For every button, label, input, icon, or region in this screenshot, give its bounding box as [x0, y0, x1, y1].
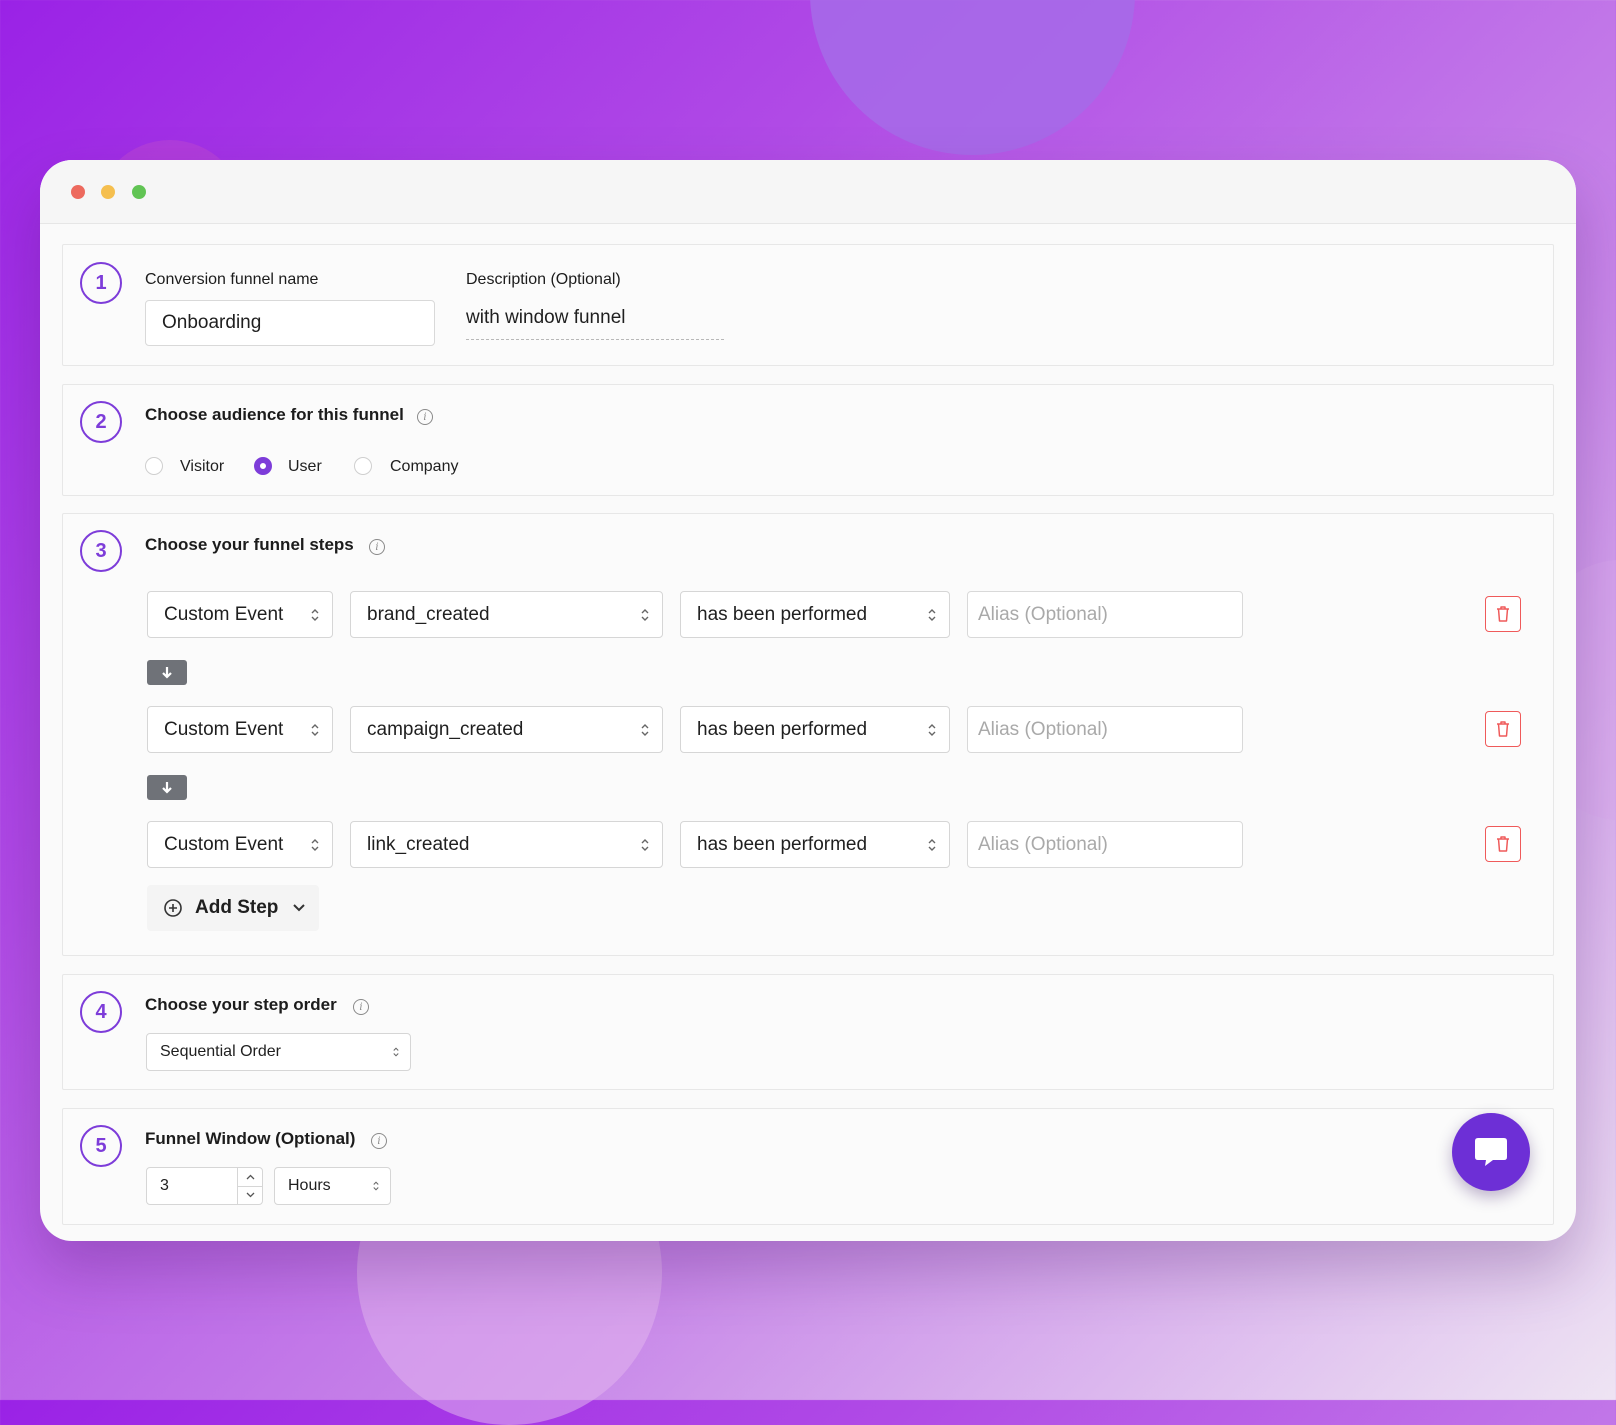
chat-launcher-button[interactable]: [1452, 1113, 1530, 1191]
description-input[interactable]: with window funnel: [466, 307, 724, 340]
background-blob: [810, 0, 1135, 155]
funnel-window-unit-select[interactable]: Hours: [274, 1167, 391, 1205]
funnel-window-unit-value: Hours: [288, 1177, 331, 1194]
step-1-event-value: brand_created: [367, 603, 490, 625]
window-titlebar: [40, 160, 1576, 224]
chevron-updown-icon: [928, 838, 936, 851]
step-order-title: Choose your step order: [145, 995, 337, 1014]
number-spinner: [237, 1168, 262, 1204]
funnel-window-value: 3: [160, 1177, 169, 1194]
audience-section: 2 Choose audience for this funnel i Visi…: [62, 384, 1554, 496]
chevron-updown-icon: [641, 608, 649, 621]
add-step-button[interactable]: Add Step: [147, 885, 319, 931]
step-2-condition-value: has been performed: [697, 718, 868, 740]
info-icon[interactable]: i: [353, 999, 369, 1015]
info-icon[interactable]: i: [369, 539, 385, 555]
funnel-steps-title: Choose your funnel steps: [145, 535, 354, 554]
chevron-updown-icon: [311, 838, 319, 851]
chevron-updown-icon: [641, 723, 649, 736]
info-icon[interactable]: i: [371, 1133, 387, 1149]
step-2-event-value: campaign_created: [367, 718, 524, 740]
info-icon[interactable]: i: [417, 409, 433, 425]
maximize-window-button[interactable]: [132, 185, 146, 199]
trash-icon: [1497, 721, 1509, 737]
step-3-type-select[interactable]: Custom Event: [147, 821, 333, 868]
step-1-alias-placeholder: Alias (Optional): [978, 603, 1108, 625]
step-1-condition-select[interactable]: has been performed: [680, 591, 950, 638]
step-number-5: 5: [80, 1125, 122, 1167]
step-number-3: 3: [80, 530, 122, 572]
increment-button[interactable]: [238, 1168, 262, 1186]
step-2-delete-button[interactable]: [1485, 711, 1521, 747]
step-3-alias-input[interactable]: Alias (Optional): [967, 821, 1243, 868]
arrow-down-icon: [162, 782, 172, 794]
chevron-updown-icon: [928, 723, 936, 736]
funnel-name-value: Onboarding: [162, 312, 262, 333]
app-window: 1 Conversion funnel name Onboarding Desc…: [40, 160, 1576, 1241]
plus-circle-icon: [164, 899, 182, 917]
funnel-steps-section: 3 Choose your funnel steps i Custom Even…: [62, 513, 1554, 956]
radio-user-label[interactable]: User: [288, 458, 322, 476]
step-2-condition-select[interactable]: has been performed: [680, 706, 950, 753]
chevron-updown-icon: [393, 1047, 399, 1057]
step-2-alias-placeholder: Alias (Optional): [978, 718, 1108, 740]
arrow-down-icon: [162, 667, 172, 679]
chevron-updown-icon: [311, 608, 319, 621]
step-3-condition-value: has been performed: [697, 833, 868, 855]
add-step-label: Add Step: [195, 897, 279, 918]
step-1-alias-input[interactable]: Alias (Optional): [967, 591, 1243, 638]
step-2-event-select[interactable]: campaign_created: [350, 706, 663, 753]
trash-icon: [1497, 606, 1509, 622]
close-window-button[interactable]: [71, 185, 85, 199]
step-1-event-select[interactable]: brand_created: [350, 591, 663, 638]
funnel-name-label: Conversion funnel name: [145, 271, 319, 288]
chevron-down-icon: [246, 1192, 254, 1198]
step-1-type-value: Custom Event: [164, 603, 284, 625]
funnel-window-title: Funnel Window (Optional): [145, 1129, 356, 1148]
step-number-1: 1: [80, 262, 122, 304]
funnel-name-input[interactable]: Onboarding: [145, 300, 435, 346]
trash-icon: [1497, 836, 1509, 852]
funnel-window-number-input[interactable]: 3: [146, 1167, 263, 1205]
step-1-type-select[interactable]: Custom Event: [147, 591, 333, 638]
radio-company[interactable]: [354, 457, 372, 475]
audience-title: Choose audience for this funnel: [145, 405, 404, 424]
funnel-window-section: 5 Funnel Window (Optional) i 3 Hours: [62, 1108, 1554, 1225]
step-1-delete-button[interactable]: [1485, 596, 1521, 632]
chat-icon: [1475, 1138, 1507, 1166]
chevron-updown-icon: [928, 608, 936, 621]
description-label: Description (Optional): [466, 271, 621, 288]
step-order-value: Sequential Order: [160, 1043, 281, 1060]
step-2-type-value: Custom Event: [164, 718, 284, 740]
step-3-alias-placeholder: Alias (Optional): [978, 833, 1108, 855]
chevron-up-icon: [246, 1174, 254, 1180]
step-1-condition-value: has been performed: [697, 603, 868, 625]
chevron-updown-icon: [311, 723, 319, 736]
step-connector-arrow: [147, 660, 187, 685]
step-connector-arrow: [147, 775, 187, 800]
step-order-select[interactable]: Sequential Order: [146, 1033, 411, 1071]
step-3-event-value: link_created: [367, 833, 470, 855]
step-3-delete-button[interactable]: [1485, 826, 1521, 862]
chevron-updown-icon: [641, 838, 649, 851]
description-value: with window funnel: [466, 307, 626, 328]
radio-user[interactable]: [254, 457, 272, 475]
chevron-down-icon: [293, 904, 306, 912]
decrement-button[interactable]: [238, 1185, 262, 1205]
step-3-event-select[interactable]: link_created: [350, 821, 663, 868]
chevron-updown-icon: [373, 1181, 379, 1191]
radio-visitor[interactable]: [145, 457, 163, 475]
minimize-window-button[interactable]: [101, 185, 115, 199]
step-3-type-value: Custom Event: [164, 833, 284, 855]
radio-company-label[interactable]: Company: [390, 458, 458, 476]
step-number-4: 4: [80, 991, 122, 1033]
funnel-name-section: 1 Conversion funnel name Onboarding Desc…: [62, 244, 1554, 366]
step-3-condition-select[interactable]: has been performed: [680, 821, 950, 868]
step-order-section: 4 Choose your step order i Sequential Or…: [62, 974, 1554, 1090]
step-number-2: 2: [80, 401, 122, 443]
step-2-type-select[interactable]: Custom Event: [147, 706, 333, 753]
step-2-alias-input[interactable]: Alias (Optional): [967, 706, 1243, 753]
radio-visitor-label[interactable]: Visitor: [180, 458, 224, 476]
